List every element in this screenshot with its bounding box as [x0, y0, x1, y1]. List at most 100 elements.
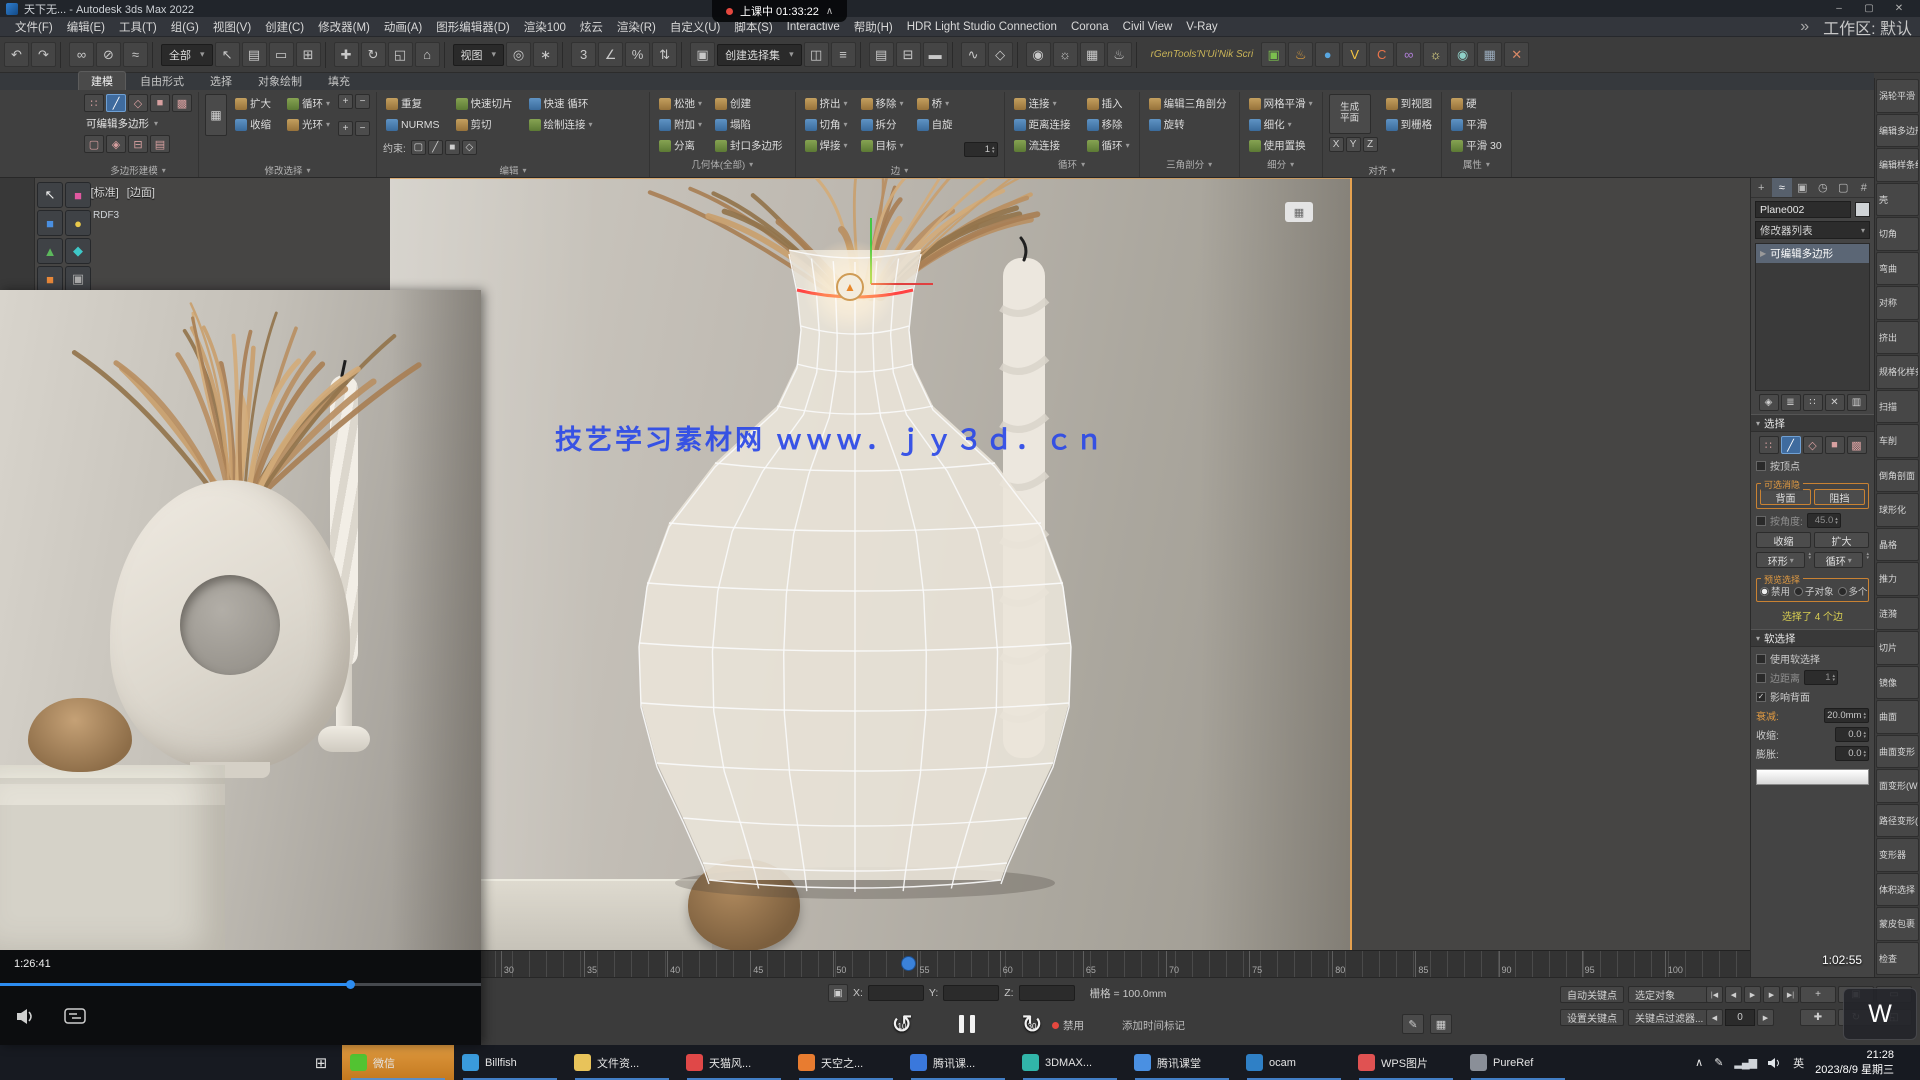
constraint-none-icon[interactable]: ▢ [411, 140, 426, 155]
select-manipulate-icon[interactable]: ∗ [533, 42, 558, 67]
plugin-cube-icon[interactable]: ▣ [1261, 42, 1286, 67]
floating-mini-button[interactable]: ▦ [1285, 202, 1313, 222]
modifier-button[interactable]: 推力 [1876, 562, 1919, 596]
ribbon-button[interactable]: 网格平滑▾ [1246, 94, 1316, 113]
modifier-button[interactable]: 路径变形(WSM) [1876, 804, 1919, 838]
ribbon-button[interactable]: NURMS [383, 115, 446, 134]
taskbar-app[interactable]: Billfish [454, 1045, 566, 1080]
modifier-button[interactable]: 球形化 [1876, 493, 1919, 527]
z-coordinate-field[interactable] [1019, 985, 1075, 1001]
undo-icon[interactable]: ↶ [4, 42, 29, 67]
corona-icon[interactable]: C [1369, 42, 1394, 67]
preview-subobject-icon[interactable]: ▢ [84, 135, 104, 153]
ribbon-button[interactable]: 移除 [1084, 115, 1133, 134]
plugin-sun-icon[interactable]: ☼ [1423, 42, 1448, 67]
class-status-banner[interactable]: 上课中 01:33:22 ∧ [712, 0, 847, 22]
taskbar-app[interactable]: PureRef [1462, 1045, 1574, 1080]
ring-shrink-button[interactable]: − [355, 121, 370, 136]
x-coordinate-field[interactable] [868, 985, 924, 1001]
display-tab[interactable]: ▢ [1833, 178, 1854, 197]
menu-item[interactable]: 渲染100 [517, 18, 573, 36]
toolbar-separator[interactable] [952, 42, 957, 68]
volume-icon[interactable] [1767, 1057, 1782, 1069]
curve-editor-icon[interactable]: ∿ [961, 42, 986, 67]
modifier-button[interactable]: 检查 [1876, 942, 1919, 976]
modify-tab[interactable]: ≈ [1772, 178, 1793, 197]
plugin-sphere-icon[interactable]: ● [1315, 42, 1340, 67]
forward-30-button[interactable]: ↻30 [1016, 1008, 1048, 1040]
named-selection-field[interactable]: 创建选择集▾ [717, 44, 802, 66]
edge-count-spinner[interactable]: 1▴▾ [964, 142, 998, 157]
modifier-button[interactable]: 扫描 [1876, 390, 1919, 424]
course-video-window[interactable]: 1:26:41 [0, 290, 481, 1045]
pinch-spinner[interactable]: 0.0▴▾ [1835, 727, 1869, 742]
start-button[interactable]: ⊞ [300, 1045, 342, 1080]
select-rotate-icon[interactable]: ↻ [361, 42, 386, 67]
maximize-button[interactable]: ▢ [1854, 1, 1884, 17]
toolbar-separator[interactable] [860, 42, 865, 68]
modifier-button[interactable]: 弯曲 [1876, 252, 1919, 286]
backface-button[interactable]: 背面 [1760, 489, 1811, 505]
key-filter-scope-dropdown[interactable]: 选定对象 [1628, 986, 1710, 1003]
loop-spinner[interactable]: ▴▾ [1866, 552, 1869, 568]
ribbon-button[interactable]: 距离连接 [1011, 115, 1077, 134]
taskbar-app[interactable]: 腾讯课... [902, 1045, 1014, 1080]
menu-overflow-icon[interactable]: » [1794, 18, 1815, 36]
modifier-button[interactable]: 编辑多边形 [1876, 114, 1919, 148]
rendered-frame-icon[interactable]: ▦ [1080, 42, 1105, 67]
play-button[interactable]: ▶ [1744, 986, 1761, 1003]
border-icon[interactable]: ◇ [1803, 436, 1823, 454]
ribbon-button[interactable]: 平滑 30 [1448, 136, 1505, 155]
taskbar-clock[interactable]: 21:28 2023/8/9 星期三 [1815, 1048, 1894, 1077]
menu-item[interactable]: 图形编辑器(D) [429, 18, 516, 36]
axis-button[interactable]: X [1329, 137, 1344, 152]
next-frame-button[interactable]: ▶ [1763, 986, 1780, 1003]
y-coordinate-field[interactable] [943, 985, 999, 1001]
modifier-button[interactable]: 倒角剖面 [1876, 459, 1919, 493]
ribbon-button[interactable]: 到栅格 [1383, 115, 1436, 134]
ribbon-button[interactable]: 拆分 [858, 115, 907, 134]
pink-tool-icon[interactable]: ■ [65, 182, 91, 208]
ribbon-button[interactable]: 松弛▾ [656, 94, 705, 113]
snap-toggle-3d-icon[interactable]: 3 [571, 42, 596, 67]
menu-item[interactable]: Corona [1064, 20, 1116, 34]
border-icon[interactable]: ◇ [128, 94, 148, 112]
menu-item[interactable]: 帮助(H) [847, 18, 900, 36]
annotate-pen-icon[interactable]: ✎ [1402, 1014, 1424, 1034]
workspace-selector[interactable]: 工作区: 默认 [1815, 15, 1920, 39]
ribbon-button[interactable]: 插入 [1084, 94, 1133, 113]
frame-forward-button[interactable]: ▶ [1757, 1009, 1774, 1026]
modifier-button[interactable]: 蒙皮包裹 [1876, 907, 1919, 941]
menu-item[interactable]: 渲染(R) [610, 18, 663, 36]
ribbon-button[interactable]: 连接▾ [1011, 94, 1077, 113]
editable-poly-dropdown[interactable]: 可编辑多边形▾ [84, 114, 160, 133]
ribbon-button[interactable]: 重复 [383, 94, 446, 113]
rect-region-icon[interactable]: ▭ [269, 42, 294, 67]
toolbar-separator[interactable] [1017, 42, 1022, 68]
toolbar-separator[interactable] [681, 42, 686, 68]
by-vertex-checkbox[interactable] [1756, 461, 1766, 471]
modifier-button[interactable]: 切片 [1876, 631, 1919, 665]
ribbon-button[interactable]: 旋转 [1146, 115, 1233, 134]
loop-grow-button[interactable]: + [338, 94, 353, 109]
modifier-button[interactable]: 变形器 [1876, 838, 1919, 872]
remove-modifier-icon[interactable]: ✕ [1825, 394, 1845, 411]
percent-snap-icon[interactable]: % [625, 42, 650, 67]
occlusion-button[interactable]: 阻挡 [1814, 489, 1865, 505]
select-scale-icon[interactable]: ◱ [388, 42, 413, 67]
ribbon-button[interactable]: 剪切 [453, 115, 519, 134]
toolbar-separator[interactable] [1136, 42, 1141, 68]
modifier-button[interactable]: 挤出 [1876, 321, 1919, 355]
menu-item[interactable]: Civil View [1116, 20, 1180, 34]
modifier-button[interactable]: 曲面 [1876, 700, 1919, 734]
go-to-start-button[interactable]: |◀ [1706, 986, 1723, 1003]
key-filters-button[interactable]: 关键点过滤器... [1628, 1009, 1710, 1026]
polygon-icon[interactable]: ■ [1825, 436, 1845, 454]
scene-explorer-icon[interactable]: ⊟ [896, 42, 921, 67]
selection-filter-dropdown[interactable]: 全部▾ [161, 44, 213, 66]
edge-distance-spinner[interactable]: 1▴▾ [1804, 670, 1838, 685]
current-frame-field[interactable]: 0 [1725, 1009, 1755, 1026]
select-move-icon[interactable]: ✚ [334, 42, 359, 67]
spinner-snap-icon[interactable]: ⇅ [652, 42, 677, 67]
tab-populate[interactable]: 填充 [316, 72, 362, 90]
